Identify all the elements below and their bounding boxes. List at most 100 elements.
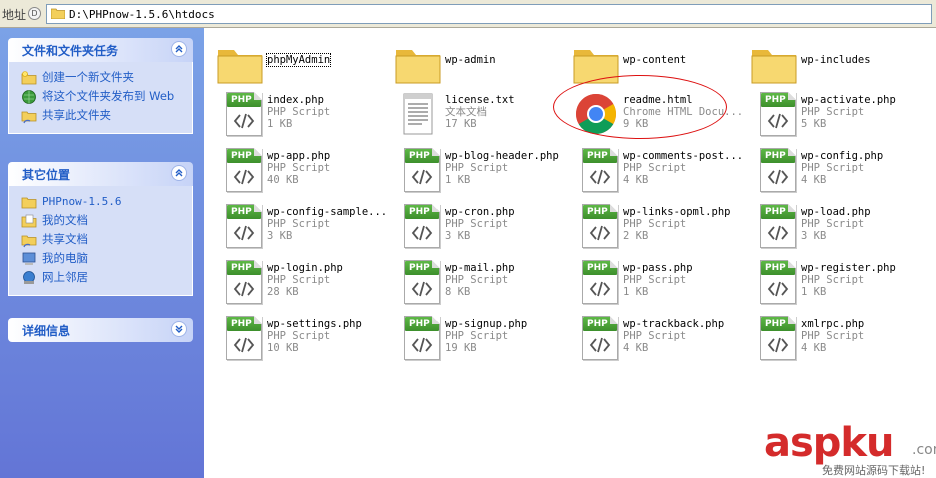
file-type: PHP Script	[801, 330, 865, 342]
file-item-phpmyadmin[interactable]: phpMyAdmin	[208, 34, 386, 90]
file-item-wp-load-php[interactable]: PHP wp-load.php PHP Script 3 KB	[742, 198, 920, 254]
php-file-icon: PHP	[748, 88, 800, 140]
file-item-wp-cron-php[interactable]: PHP wp-cron.php PHP Script 3 KB	[386, 198, 564, 254]
file-size: 4 KB	[801, 342, 827, 354]
file-type: PHP Script	[267, 218, 331, 230]
task-new-folder[interactable]: 创建一个新文件夹	[21, 70, 192, 86]
php-file-icon: PHP	[570, 144, 622, 196]
php-file-icon: PHP	[748, 200, 800, 252]
php-file-icon: PHP	[214, 200, 266, 252]
php-file-icon: PHP	[748, 312, 800, 364]
file-item-wp-signup-php[interactable]: PHP wp-signup.php PHP Script 19 KB	[386, 310, 564, 366]
file-size: 4 KB	[623, 342, 649, 354]
file-item-wp-settings-php[interactable]: PHP wp-settings.php PHP Script 10 KB	[208, 310, 386, 366]
file-size: 1 KB	[267, 118, 293, 130]
place-my-documents[interactable]: 我的文档	[21, 213, 192, 229]
file-item-wp-mail-php[interactable]: PHP wp-mail.php PHP Script 8 KB	[386, 254, 564, 310]
php-badge: PHP	[227, 149, 261, 163]
address-label: 地址	[2, 8, 27, 22]
file-type: PHP Script	[623, 330, 687, 342]
other-places-panel: 其它位置 PHPnow-1.5.6 我的文档 共享文档 我的电脑 网上邻居	[8, 162, 193, 296]
file-type: PHP Script	[445, 218, 509, 230]
file-item-wp-login-php[interactable]: PHP wp-login.php PHP Script 28 KB	[208, 254, 386, 310]
file-type: PHP Script	[801, 162, 865, 174]
file-type: PHP Script	[445, 274, 509, 286]
file-meta: index.php PHP Script 1 KB	[267, 94, 330, 130]
panel-title: 文件和文件夹任务	[22, 44, 119, 58]
details-panel: 详细信息	[8, 318, 193, 342]
file-item-wp-config-sample[interactable]: PHP wp-config-sample... PHP Script 3 KB	[208, 198, 388, 254]
php-file-icon: PHP	[570, 200, 622, 252]
collapse-icon[interactable]	[171, 41, 187, 57]
file-type: PHP Script	[267, 274, 331, 286]
php-file-icon: PHP	[392, 312, 444, 364]
highlight-ellipse	[553, 75, 727, 139]
file-name: wp-settings.php	[267, 318, 362, 330]
file-name: license.txt	[445, 94, 515, 106]
file-type: PHP Script	[445, 330, 509, 342]
address-path: D:\PHPnow-1.5.6\htdocs	[69, 8, 215, 21]
file-item-index-php[interactable]: PHP index.php PHP Script 1 KB	[208, 86, 386, 142]
task-publish-web[interactable]: 将这个文件夹发布到 Web	[21, 89, 192, 105]
file-name: wp-config-sample...	[267, 206, 388, 218]
file-item-wp-links-opml-php[interactable]: PHP wp-links-opml.php PHP Script 2 KB	[564, 198, 742, 254]
file-name: xmlrpc.php	[801, 318, 865, 330]
file-item-wp-blog-header-php[interactable]: PHP wp-blog-header.php PHP Script 1 KB	[386, 142, 564, 198]
file-type: PHP Script	[801, 274, 865, 286]
file-name: wp-pass.php	[623, 262, 693, 274]
file-item-wp-admin[interactable]: wp-admin	[386, 34, 564, 90]
address-input[interactable]: D:\PHPnow-1.5.6\htdocs	[46, 4, 932, 24]
details-header[interactable]: 详细信息	[8, 318, 193, 342]
file-size: 1 KB	[445, 174, 471, 186]
php-badge: PHP	[227, 205, 261, 219]
file-meta: wp-blog-header.php PHP Script 1 KB	[445, 150, 559, 186]
file-name: wp-admin	[445, 54, 496, 66]
file-meta: wp-settings.php PHP Script 10 KB	[267, 318, 362, 354]
php-badge: PHP	[761, 205, 795, 219]
place-label: 我的电脑	[42, 251, 88, 265]
file-name: wp-config.php	[801, 150, 884, 162]
file-type: PHP Script	[623, 274, 687, 286]
file-name: wp-mail.php	[445, 262, 515, 274]
php-badge: PHP	[227, 317, 261, 331]
file-meta: wp-trackback.php PHP Script 4 KB	[623, 318, 724, 354]
file-meta: wp-activate.php PHP Script 5 KB	[801, 94, 896, 130]
file-meta: wp-signup.php PHP Script 19 KB	[445, 318, 527, 354]
file-size: 40 KB	[267, 174, 299, 186]
panel-title: 详细信息	[22, 324, 71, 338]
place-label: 网上邻居	[42, 270, 88, 284]
file-item-wp-includes[interactable]: wp-includes	[742, 34, 920, 90]
php-badge: PHP	[583, 317, 617, 331]
php-file-icon: PHP	[214, 88, 266, 140]
place-shared-documents[interactable]: 共享文档	[21, 232, 192, 248]
file-item-wp-register-php[interactable]: PHP wp-register.php PHP Script 1 KB	[742, 254, 920, 310]
php-badge: PHP	[405, 317, 439, 331]
file-item-wp-app-php[interactable]: PHP wp-app.php PHP Script 40 KB	[208, 142, 386, 198]
task-share-folder[interactable]: 共享此文件夹	[21, 108, 192, 124]
file-item-wp-config-php[interactable]: PHP wp-config.php PHP Script 4 KB	[742, 142, 920, 198]
file-item-wp-comments-post[interactable]: PHP wp-comments-post... PHP Script 4 KB	[564, 142, 743, 198]
expand-icon[interactable]	[171, 321, 187, 337]
address-dropdown-icon[interactable]: D	[28, 7, 41, 20]
collapse-icon[interactable]	[171, 165, 187, 181]
file-meta: wp-login.php PHP Script 28 KB	[267, 262, 343, 298]
file-type: PHP Script	[801, 106, 865, 118]
file-size: 4 KB	[801, 174, 827, 186]
place-network[interactable]: 网上邻居	[21, 270, 192, 286]
file-item-license-txt[interactable]: license.txt 文本文档 17 KB	[386, 86, 564, 142]
file-item-wp-activate-php[interactable]: PHP wp-activate.php PHP Script 5 KB	[742, 86, 920, 142]
file-name: wp-activate.php	[801, 94, 896, 106]
file-type: PHP Script	[445, 162, 509, 174]
file-tasks-header[interactable]: 文件和文件夹任务	[8, 38, 193, 62]
file-name: wp-content	[623, 54, 687, 66]
php-file-icon: PHP	[748, 256, 800, 308]
file-item-wp-pass-php[interactable]: PHP wp-pass.php PHP Script 1 KB	[564, 254, 742, 310]
place-my-computer[interactable]: 我的电脑	[21, 251, 192, 267]
place-phpnow[interactable]: PHPnow-1.5.6	[21, 194, 192, 210]
file-item-wp-trackback-php[interactable]: PHP wp-trackback.php PHP Script 4 KB	[564, 310, 742, 366]
watermark-subtitle: 免费网站源码下载站!	[822, 464, 926, 477]
other-places-header[interactable]: 其它位置	[8, 162, 193, 186]
file-item-xmlrpc-php[interactable]: PHP xmlrpc.php PHP Script 4 KB	[742, 310, 920, 366]
publish-web-icon	[22, 90, 36, 104]
file-tasks-panel: 文件和文件夹任务 创建一个新文件夹 将这个文件夹发布到 Web 共享此文件夹	[8, 38, 193, 134]
